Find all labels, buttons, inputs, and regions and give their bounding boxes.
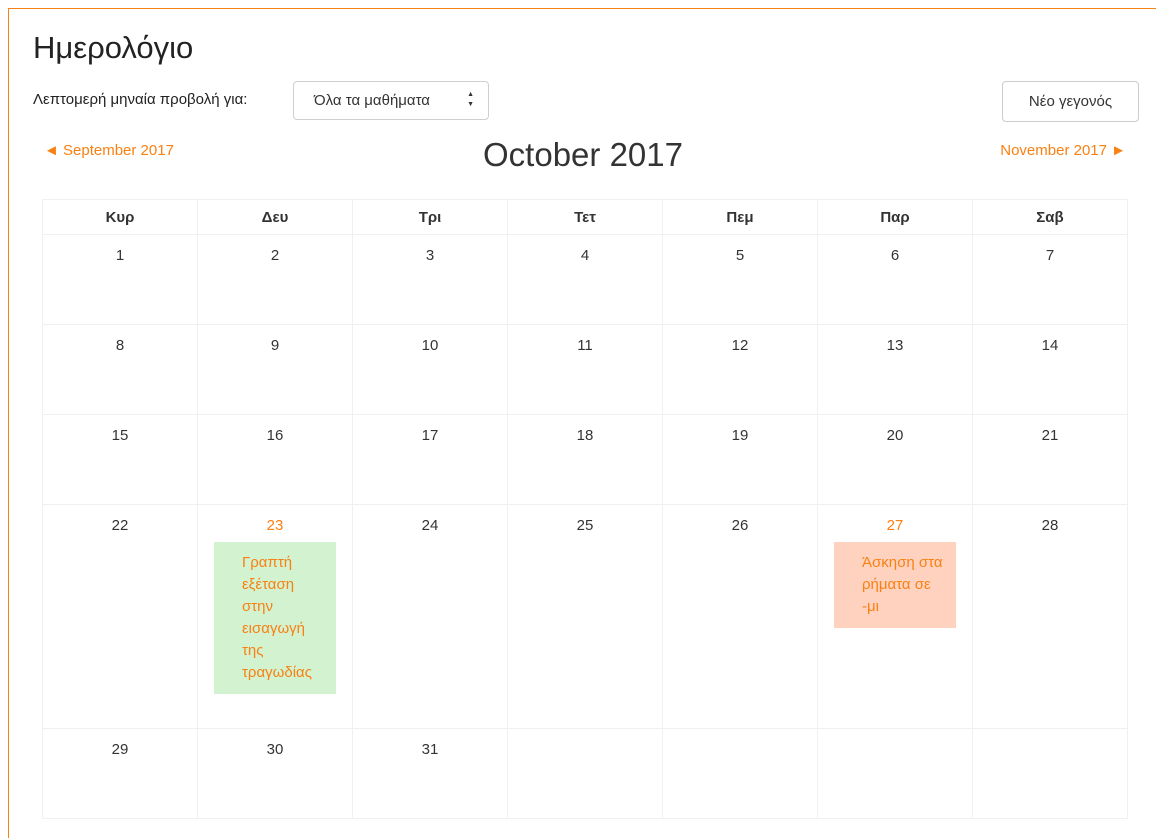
course-select[interactable]: Όλα τα μαθήματα ▲ ▼ [293,81,489,120]
day-cell: 8 [42,324,198,415]
day-number: 10 [421,337,439,354]
day-number: 16 [266,427,284,444]
day-cell: 4 [507,234,663,325]
day-cell: 16 [197,414,353,505]
page-title: Ημερολόγιο [33,30,194,65]
day-number: 7 [1045,247,1055,264]
weekday-header: Πεμ [662,199,818,235]
day-cell: 24 [352,504,508,729]
weekday-header: Τρι [352,199,508,235]
week-row: 8 9 10 11 12 13 14 [42,324,1128,415]
day-number: 2 [270,247,280,264]
day-number: 5 [735,247,745,264]
day-cell: 30 [197,728,353,819]
weekday-header-row: Κυρ Δευ Τρι Τετ Πεμ Παρ Σαβ [42,199,1128,235]
day-number: 4 [580,247,590,264]
day-cell: 25 [507,504,663,729]
weekday-header: Δευ [197,199,353,235]
week-row: 15 16 17 18 19 20 21 [42,414,1128,505]
day-cell: 6 [817,234,973,325]
day-number: 21 [1041,427,1059,444]
day-cell: 14 [972,324,1128,415]
day-number-link[interactable]: 27 [818,517,972,534]
day-cell: 9 [197,324,353,415]
day-number: 31 [421,741,439,758]
day-cell: 18 [507,414,663,505]
day-number: 11 [577,337,593,354]
week-row: 29 30 31 [42,728,1128,819]
day-cell: 26 [662,504,818,729]
new-event-button[interactable]: Νέο γεγονός [1002,81,1139,122]
current-month-title: October 2017 [483,136,683,173]
day-cell: 10 [352,324,508,415]
day-cell [507,728,663,819]
day-cell: 22 [42,504,198,729]
day-cell: 21 [972,414,1128,505]
day-cell: 7 [972,234,1128,325]
day-cell: 27 Άσκηση στα ρήματα σε -μι [817,504,973,729]
day-number-link[interactable]: 23 [198,517,352,534]
day-cell: 20 [817,414,973,505]
day-number: 8 [115,337,125,354]
day-number: 20 [886,427,904,444]
day-cell: 17 [352,414,508,505]
calendar-event-user[interactable]: Άσκηση στα ρήματα σε -μι [834,542,956,628]
day-number: 3 [425,247,435,264]
day-cell: 31 [352,728,508,819]
course-filter-label: Λεπτομερή μηναία προβολή για: [33,91,248,108]
weekday-header: Παρ [817,199,973,235]
day-number: 17 [421,427,439,444]
day-number: 22 [111,517,129,534]
day-cell: 5 [662,234,818,325]
week-row: 1 2 3 4 5 6 7 [42,234,1128,325]
weekday-header: Κυρ [42,199,198,235]
day-cell [662,728,818,819]
day-number: 6 [890,247,900,264]
day-number: 30 [266,741,284,758]
day-cell [817,728,973,819]
day-cell: 29 [42,728,198,819]
day-number: 19 [731,427,749,444]
weekday-header: Τετ [507,199,663,235]
day-cell: 12 [662,324,818,415]
day-number: 25 [576,517,594,534]
day-cell: 19 [662,414,818,505]
day-cell [972,728,1128,819]
day-number: 14 [1041,337,1059,354]
course-select-value: Όλα τα μαθήματα [314,92,430,109]
day-number: 29 [111,741,129,758]
day-number: 26 [731,517,749,534]
day-number: 1 [115,247,125,264]
month-calendar: Κυρ Δευ Τρι Τετ Πεμ Παρ Σαβ 1 2 3 4 5 6 … [42,199,1128,819]
day-number: 15 [111,427,129,444]
day-number: 13 [886,337,904,354]
calendar-event-course[interactable]: Γραπτή εξέταση στην εισαγωγή της τραγωδί… [214,542,336,694]
weekday-header: Σαβ [972,199,1128,235]
day-number: 9 [270,337,280,354]
day-cell: 15 [42,414,198,505]
next-month-link[interactable]: November 2017 ► [1000,142,1126,159]
day-number: 12 [731,337,749,354]
day-cell: 2 [197,234,353,325]
day-number: 28 [1041,517,1059,534]
day-cell: 3 [352,234,508,325]
select-caret-icon: ▲ ▼ [467,91,474,108]
day-number: 24 [421,517,439,534]
day-cell: 28 [972,504,1128,729]
day-cell: 13 [817,324,973,415]
day-cell: 11 [507,324,663,415]
day-cell: 1 [42,234,198,325]
week-row: 22 23 Γραπτή εξέταση στην εισαγωγή της τ… [42,504,1128,729]
day-number: 18 [576,427,594,444]
day-cell: 23 Γραπτή εξέταση στην εισαγωγή της τραγ… [197,504,353,729]
